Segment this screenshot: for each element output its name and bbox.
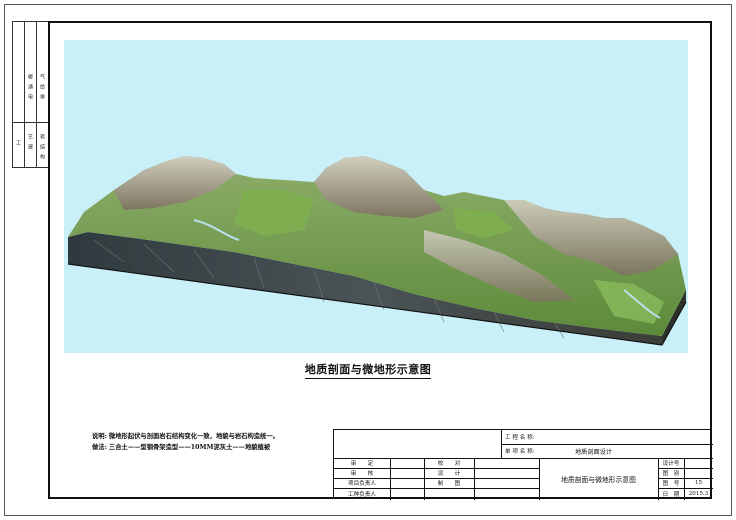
note-line-2: 做法: 三合土——型钢骨架造型——10MM泥灰土——地貌植被 bbox=[92, 442, 279, 453]
binding-label-4: 气 bbox=[39, 74, 45, 79]
binding-signature-strip: 暖 通 电 气 给 排 工 艺 建 筑 结 构 bbox=[12, 21, 48, 168]
drawing-no-value: 15 bbox=[694, 480, 703, 486]
note-label-description: 说明: bbox=[92, 433, 107, 440]
item-name-label: 单 项 名 称: bbox=[505, 449, 535, 455]
note-line-1: 说明: 微地形起伏与剖面岩石结构变化一致，地貌与岩石构造统一。 bbox=[92, 431, 279, 442]
drawing-type-label: 图 别 bbox=[662, 471, 680, 477]
note-text-method: 三合土——型钢骨架造型——10MM泥灰土——地貌植被 bbox=[108, 444, 271, 451]
binding-label-7: 工 bbox=[15, 140, 21, 145]
binding-label-12: 构 bbox=[39, 154, 45, 159]
title-block: 工 程 名 称: 单 项 名 称: 地质剖面设计 审 定 审 核 项目负责人 工… bbox=[333, 429, 713, 500]
project-name-value bbox=[571, 430, 713, 444]
note-text-description: 微地形起伏与剖面岩石结构变化一致，地貌与岩石构造统一。 bbox=[108, 433, 279, 440]
binding-label-3: 电 bbox=[27, 94, 33, 99]
draw-label: 制 图 bbox=[437, 481, 461, 487]
drawing-no-label: 图 号 bbox=[662, 481, 680, 487]
item-name-value: 地质剖面设计 bbox=[575, 448, 613, 456]
binding-label-1: 暖 bbox=[27, 74, 33, 79]
note-label-method: 做法: bbox=[92, 444, 107, 451]
design-label: 设 计 bbox=[437, 471, 461, 477]
binding-label-10: 筑 bbox=[39, 134, 45, 139]
drawing-title-text: 地质剖面与微地形示意图 bbox=[304, 363, 432, 379]
binding-label-2: 通 bbox=[27, 84, 33, 89]
notes-section: 说明: 微地形起伏与剖面岩石结构变化一致，地貌与岩石构造统一。 做法: 三合土——型… bbox=[92, 431, 279, 453]
check-label: 校 对 bbox=[437, 461, 461, 467]
approve-label: 审 定 bbox=[350, 461, 374, 467]
drawing-name-cell: 地质剖面与微地形示意图 bbox=[561, 476, 636, 484]
terrain-model-image bbox=[64, 40, 688, 353]
binding-label-8: 艺 bbox=[27, 134, 33, 139]
drawing-title: 地质剖面与微地形示意图 bbox=[0, 361, 736, 379]
binding-label-11: 结 bbox=[39, 144, 45, 149]
binding-label-6: 排 bbox=[39, 94, 45, 99]
binding-label-9: 建 bbox=[27, 144, 33, 149]
drawing-sheet: 暖 通 电 气 给 排 工 艺 建 筑 结 构 地质剖面与微地形示意图 说明: … bbox=[0, 0, 736, 520]
project-lead-label: 项目负责人 bbox=[348, 481, 376, 487]
date-value: 2015.3 bbox=[688, 491, 709, 497]
binding-label-5: 给 bbox=[39, 84, 45, 89]
date-label: 日 期 bbox=[662, 492, 680, 498]
project-name-label: 工 程 名 称: bbox=[505, 435, 535, 441]
design-no-label: 设计号 bbox=[662, 461, 680, 467]
review-label: 审 核 bbox=[350, 471, 374, 477]
terrain-model-graphic bbox=[67, 156, 687, 346]
discipline-lead-label: 工种负责人 bbox=[348, 492, 376, 498]
